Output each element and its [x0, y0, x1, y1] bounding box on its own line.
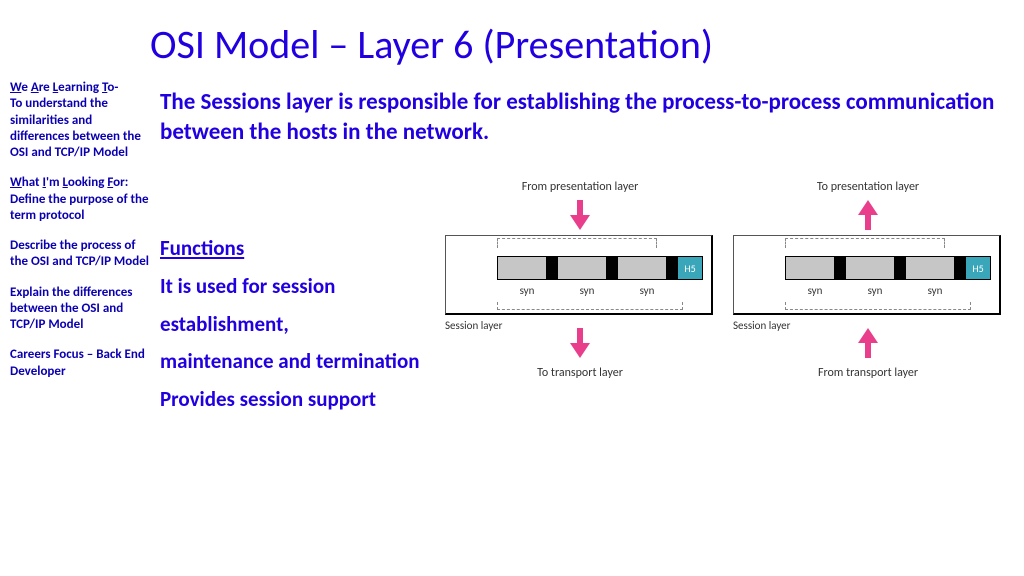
syn-marker: [607, 256, 617, 280]
syn-marker: [835, 256, 845, 280]
wilf-item-2: Describe the process of the OSI and TCP/…: [10, 238, 150, 271]
careers-focus: Careers Focus – Back End Developer: [10, 347, 150, 380]
label-session-layer: Session layer: [445, 320, 502, 332]
data-segment: [785, 256, 835, 280]
h5-header: H5: [677, 256, 703, 280]
data-segment: [557, 256, 607, 280]
arrow-up-icon: [858, 200, 878, 230]
label-to-transport: To transport layer: [537, 366, 623, 380]
slide-title: OSI Model – Layer 6 (Presentation): [150, 20, 713, 69]
session-diagram: From presentation layer H5 syn syn syn: [445, 180, 1010, 380]
data-segment: [845, 256, 895, 280]
data-segment: [497, 256, 547, 280]
h5-header: H5: [965, 256, 991, 280]
arrow-down-icon: [570, 328, 590, 358]
wilf-item-3: Explain the differences between the OSI …: [10, 285, 150, 334]
arrow-up-icon: [858, 328, 878, 358]
bottom-bracket: [785, 302, 971, 310]
top-bracket: [785, 238, 945, 248]
arrow-down-icon: [570, 200, 590, 230]
syn-marker: [955, 256, 965, 280]
bottom-bracket: [497, 302, 683, 310]
syn-labels: syn syn syn: [785, 284, 985, 297]
functions-line-4: Provides session support: [160, 381, 560, 419]
diagram-right: To presentation layer H5 syn syn syn: [733, 180, 1003, 380]
syn-marker: [895, 256, 905, 280]
segment-bar: H5: [785, 256, 991, 280]
label-from-transport: From transport layer: [818, 366, 918, 380]
label-to-presentation: To presentation layer: [817, 180, 919, 194]
sidebar: We Are Learning To-To understand the sim…: [10, 80, 150, 394]
label-session-layer: Session layer: [733, 320, 790, 332]
syn-marker: [667, 256, 677, 280]
slide: OSI Model – Layer 6 (Presentation) We Ar…: [0, 0, 1024, 576]
diagram-left: From presentation layer H5 syn syn syn: [445, 180, 715, 380]
intro-text: The Sessions layer is responsible for es…: [160, 88, 1010, 148]
walt-heading: We Are Learning To-To understand the sim…: [10, 80, 150, 161]
data-segment: [905, 256, 955, 280]
label-from-presentation: From presentation layer: [522, 180, 639, 194]
syn-labels: syn syn syn: [497, 284, 697, 297]
wilf-heading: What I'm Looking For:Define the purpose …: [10, 175, 150, 224]
syn-marker: [547, 256, 557, 280]
segment-bar: H5: [497, 256, 703, 280]
top-bracket: [497, 238, 657, 248]
data-segment: [617, 256, 667, 280]
